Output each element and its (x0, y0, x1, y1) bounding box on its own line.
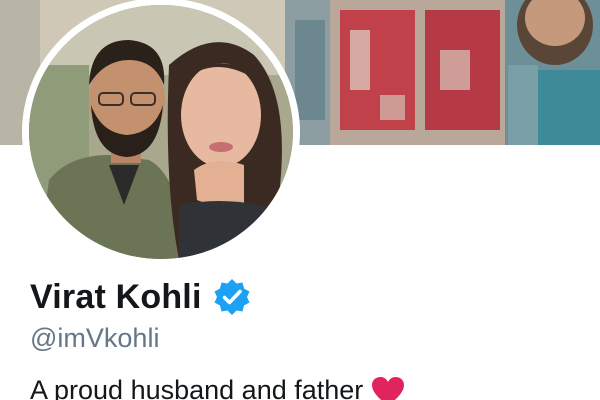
avatar-photo (29, 5, 293, 259)
red-heart-icon (371, 376, 405, 400)
bio: A proud husband and father (30, 375, 405, 400)
profile-card: Virat Kohli @imVkohli A proud husband an… (0, 0, 600, 400)
name-row: Virat Kohli (30, 272, 252, 322)
verified-badge-icon (212, 277, 252, 317)
user-handle: @imVkohli (30, 323, 160, 353)
avatar-photo-image (29, 5, 293, 259)
profile-avatar[interactable] (22, 0, 300, 266)
display-name: Virat Kohli (30, 277, 202, 316)
bio-text: A proud husband and father (30, 375, 364, 400)
